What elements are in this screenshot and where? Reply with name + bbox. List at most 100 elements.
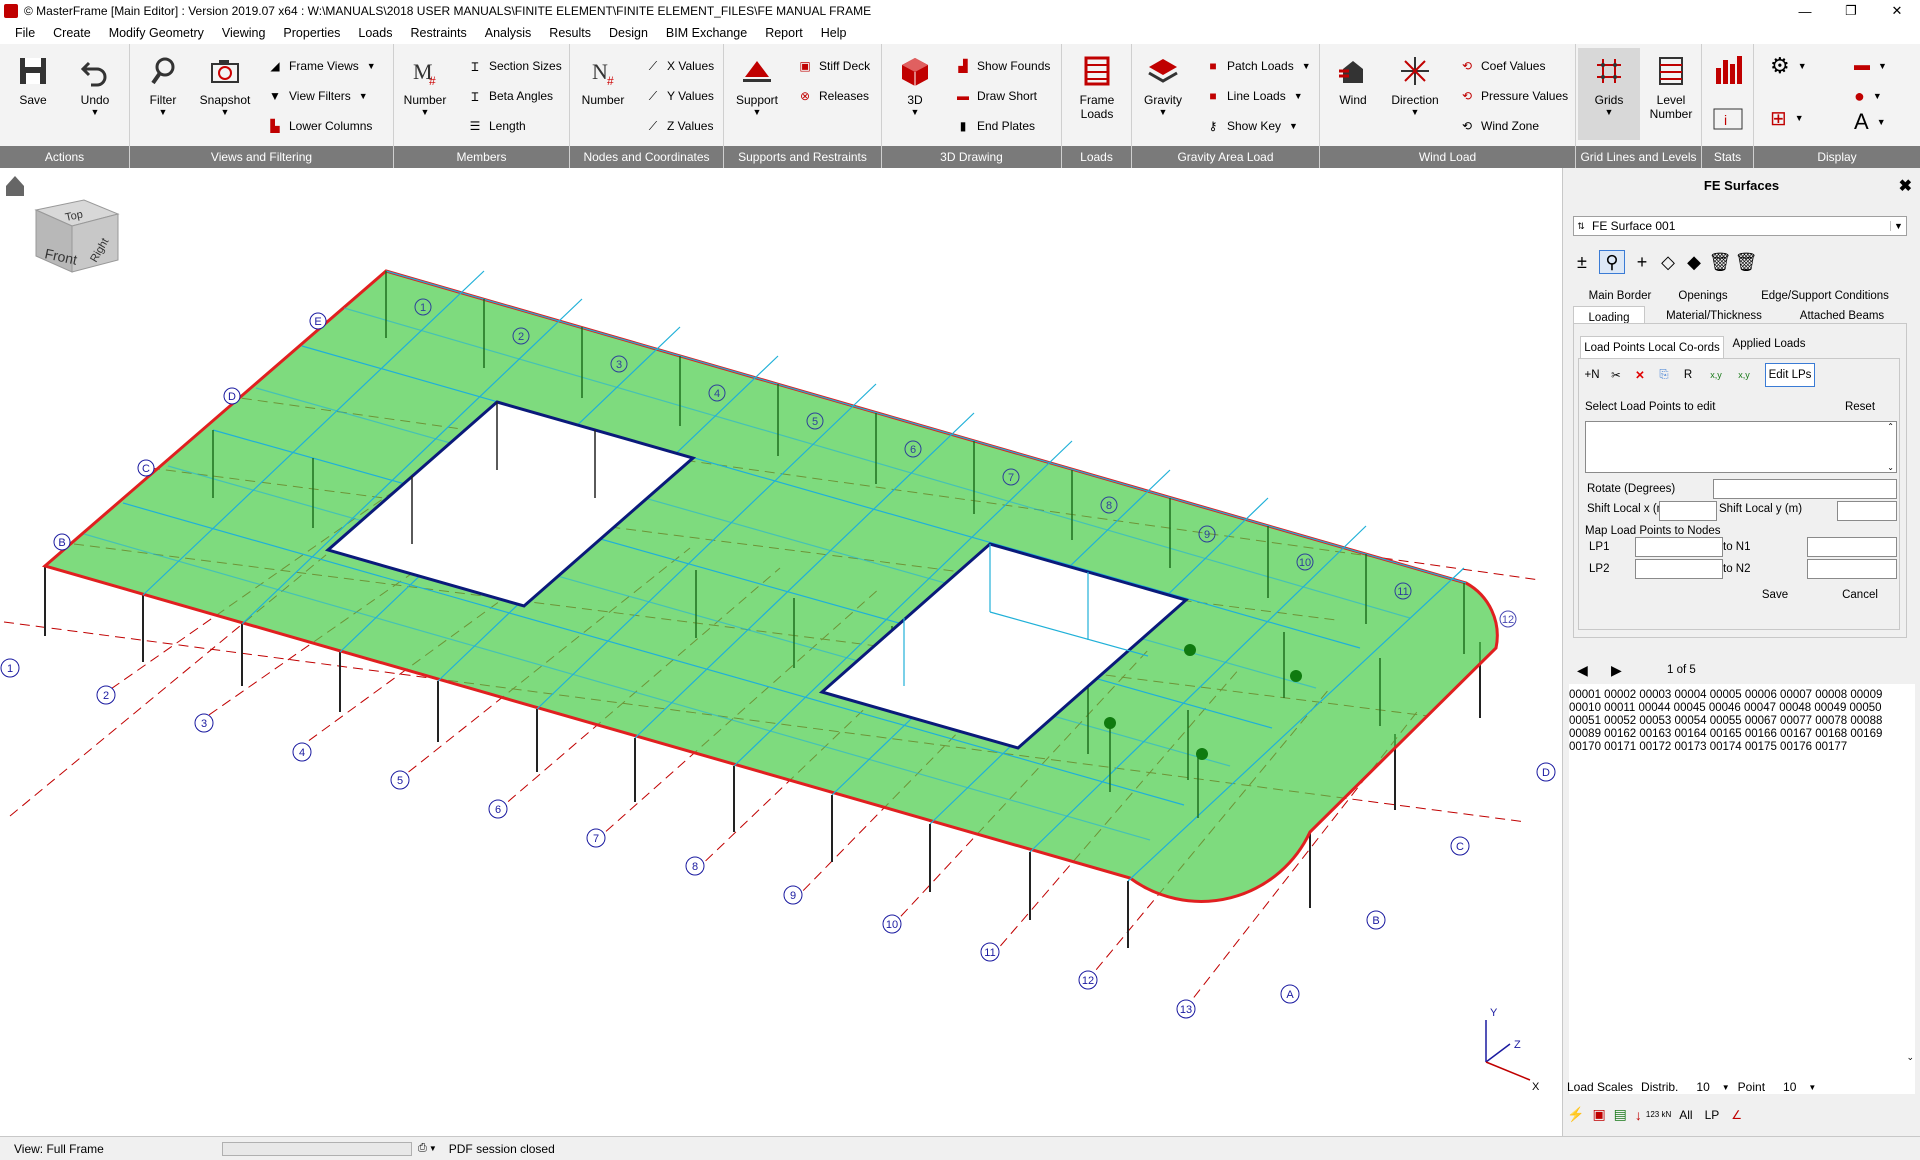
lightning-icon[interactable]: ⚡: [1567, 1106, 1584, 1123]
chevron-down-icon[interactable]: ⌄: [1887, 463, 1894, 472]
draw-short-button[interactable]: ▬ Draw Short: [952, 84, 1037, 108]
point-value[interactable]: 10: [1783, 1080, 1796, 1094]
n2-input[interactable]: [1807, 559, 1897, 579]
tab-edge-support[interactable]: Edge/Support Conditions: [1745, 286, 1905, 306]
rotate-input[interactable]: [1713, 479, 1897, 499]
menu-viewing[interactable]: Viewing: [213, 26, 275, 40]
undo-button[interactable]: Undo ▼: [64, 52, 126, 117]
line-loads-button[interactable]: ■ Line Loads ▼: [1202, 84, 1302, 108]
minimize-button[interactable]: —: [1782, 0, 1828, 22]
grid-bubble[interactable]: 8: [685, 856, 705, 876]
frame-views-button[interactable]: ◢ Frame Views ▼: [264, 54, 375, 78]
plus-minus-button[interactable]: ±: [1569, 250, 1595, 274]
level-number-button[interactable]: Level Number: [1640, 52, 1702, 121]
x-values-button[interactable]: ⟋ X Values: [642, 54, 714, 78]
menu-properties[interactable]: Properties: [274, 26, 349, 40]
chevron-down-icon[interactable]: ▼: [429, 1144, 437, 1153]
chevron-up-icon[interactable]: ⌃: [1887, 422, 1894, 431]
swap-xy-icon[interactable]: x,y: [1703, 365, 1729, 385]
delete-lp-icon[interactable]: ✕: [1629, 365, 1651, 385]
add-node-button[interactable]: +N: [1581, 365, 1603, 385]
value-label-button[interactable]: 123 kN: [1646, 1110, 1671, 1119]
zoom-surface-button[interactable]: ⚲: [1599, 250, 1625, 274]
shift-y-input[interactable]: [1837, 501, 1897, 521]
grid-bubble[interactable]: 4: [292, 742, 312, 762]
reset-r-button[interactable]: R: [1677, 365, 1699, 385]
fe-surface[interactable]: [41, 269, 1499, 903]
node-size-button[interactable]: ⊞ ▼: [1770, 106, 1804, 130]
swap-yx-icon[interactable]: x,y: [1731, 365, 1757, 385]
support-button[interactable]: Support ▼: [726, 52, 788, 117]
spin-icon[interactable]: ⇅: [1574, 221, 1588, 232]
wind-zone-button[interactable]: ⟲ Wind Zone: [1456, 114, 1539, 138]
save-lp-button[interactable]: Save: [1745, 585, 1805, 605]
menu-create[interactable]: Create: [44, 26, 100, 40]
load-point[interactable]: [1184, 644, 1196, 656]
grid-bubble[interactable]: 13: [1176, 999, 1196, 1019]
copy-icon[interactable]: ⎘: [1653, 365, 1675, 385]
stiff-deck-button[interactable]: ▣ Stiff Deck: [794, 54, 870, 78]
home-icon[interactable]: [6, 176, 24, 196]
grid-bubble[interactable]: B: [1366, 910, 1386, 930]
grid-bubble[interactable]: 7: [586, 828, 606, 848]
beta-angles-button[interactable]: Ɪ Beta Angles: [464, 84, 553, 108]
maximize-button[interactable]: ❐: [1828, 0, 1874, 22]
patch-loads-button[interactable]: ■ Patch Loads ▼: [1202, 54, 1310, 78]
lp1-input[interactable]: [1635, 537, 1723, 557]
y-values-button[interactable]: ⟋ Y Values: [642, 84, 714, 108]
frame-model[interactable]: Top Front Right 1 2 3 4 5 6 7 8 9 10 11 …: [0, 168, 1562, 1136]
lp-button[interactable]: LP: [1705, 1108, 1720, 1122]
lp2-input[interactable]: [1635, 559, 1723, 579]
wind-button[interactable]: Wind: [1322, 52, 1384, 107]
line-weight-button[interactable]: ▬ ▼: [1854, 54, 1887, 78]
settings-button[interactable]: ⚙ ▼: [1770, 53, 1807, 78]
color-button[interactable]: ● ▼: [1854, 84, 1882, 108]
3d-button[interactable]: 3D ▼: [884, 52, 946, 117]
printer-icon[interactable]: ⎙: [418, 1142, 427, 1155]
grid-bubble[interactable]: C: [1450, 836, 1470, 856]
add-surface-button[interactable]: +: [1629, 250, 1655, 274]
load-point[interactable]: [1290, 670, 1302, 682]
chevron-down-icon[interactable]: ▼: [1890, 221, 1906, 231]
grid-bubble[interactable]: E: [309, 312, 327, 330]
chevron-down-icon[interactable]: ▼: [1808, 1083, 1816, 1092]
menu-analysis[interactable]: Analysis: [476, 26, 541, 40]
subtab-applied-loads[interactable]: Applied Loads: [1724, 334, 1814, 354]
grid-bubble[interactable]: 10: [882, 914, 902, 934]
load-point[interactable]: [1196, 748, 1208, 760]
menu-help[interactable]: Help: [812, 26, 856, 40]
grid-bubble[interactable]: 11: [980, 942, 1000, 962]
close-button[interactable]: ✕: [1874, 0, 1920, 22]
distrib-value[interactable]: 10: [1696, 1080, 1709, 1094]
section-sizes-button[interactable]: Ɪ Section Sizes: [464, 54, 562, 78]
grid-bubble[interactable]: 12: [1499, 610, 1517, 628]
grid-bubble[interactable]: A: [1280, 984, 1300, 1004]
show-key-button[interactable]: ⚷ Show Key ▼: [1202, 114, 1298, 138]
cut-icon[interactable]: ✂: [1605, 365, 1627, 385]
angle-icon[interactable]: ∠: [1731, 1108, 1742, 1122]
menu-design[interactable]: Design: [600, 26, 657, 40]
load-point[interactable]: [1104, 717, 1116, 729]
all-button[interactable]: All: [1679, 1108, 1692, 1122]
grid-bubble[interactable]: 5: [390, 770, 410, 790]
shift-x-input[interactable]: [1659, 501, 1717, 521]
menu-results[interactable]: Results: [540, 26, 600, 40]
lower-columns-button[interactable]: ▙ Lower Columns: [264, 114, 372, 138]
save-button[interactable]: Save: [2, 52, 64, 107]
bar-chart-icon[interactable]: [1710, 52, 1746, 88]
grid-bubble[interactable]: 2: [96, 685, 116, 705]
view-cube[interactable]: Top Front Right: [34, 199, 120, 273]
prev-page-icon[interactable]: ◀: [1577, 662, 1588, 679]
show-founds-button[interactable]: ▟ Show Founds: [952, 54, 1050, 78]
panel-close-icon[interactable]: ✖: [1899, 176, 1912, 196]
releases-button[interactable]: ⊗ Releases: [794, 84, 869, 108]
menu-file[interactable]: File: [6, 26, 44, 40]
grid-bubble[interactable]: 12: [1078, 970, 1098, 990]
lp-select-list[interactable]: ⌃ ⌄: [1585, 421, 1897, 473]
menu-loads[interactable]: Loads: [349, 26, 401, 40]
gravity-button[interactable]: Gravity ▼: [1132, 52, 1194, 117]
coef-values-button[interactable]: ⟲ Coef Values: [1456, 54, 1546, 78]
menu-restraints[interactable]: Restraints: [401, 26, 475, 40]
grid-bubble[interactable]: 11: [1394, 582, 1412, 600]
grid-bubble[interactable]: 6: [488, 799, 508, 819]
